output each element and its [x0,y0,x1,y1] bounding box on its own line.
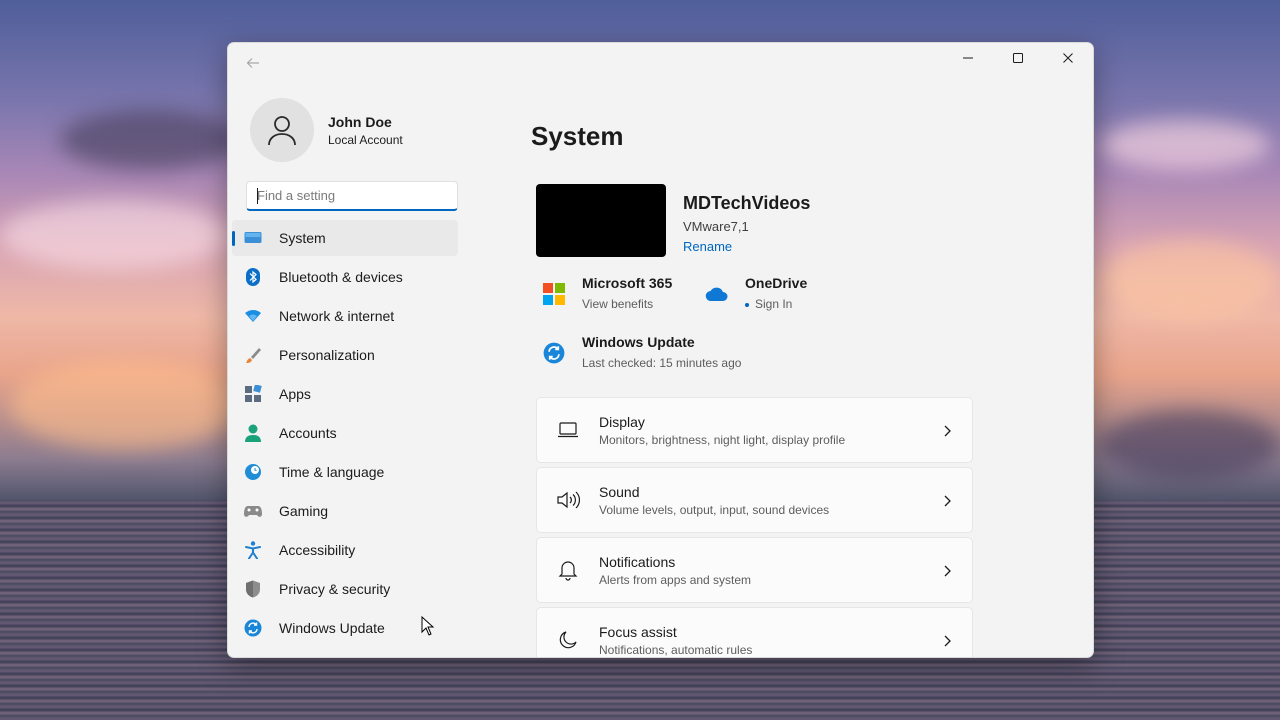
notifications-card[interactable]: Notifications Alerts from apps and syste… [536,537,973,603]
status-dot [745,302,749,307]
monitor-icon [244,229,262,247]
shield-icon [244,580,262,598]
tile-subtitle: View benefits [582,297,654,311]
sidebar-item-label: Accessibility [279,542,356,558]
chevron-right-icon [944,635,951,647]
tile-title: Windows Update [582,334,695,350]
sidebar-item-time-language[interactable]: Time & language [232,454,458,490]
main-content: System MDTechVideos VMware7,1 Rename Mic… [531,43,1093,657]
card-title: Sound [599,483,640,500]
wifi-icon [244,307,262,325]
user-profile[interactable]: John Doe Local Account [250,98,403,162]
person-icon [268,116,296,146]
speaker-icon [555,487,581,513]
moon-icon [555,627,581,653]
sidebar-item-personalization[interactable]: Personalization [232,337,458,373]
gamepad-icon [244,502,262,520]
sidebar-item-label: Time & language [279,464,385,480]
card-subtitle: Notifications, automatic rules [599,642,753,657]
sidebar-item-label: System [279,230,326,246]
sidebar-item-accounts[interactable]: Accounts [232,415,458,451]
chevron-right-icon [944,495,951,507]
bluetooth-icon [244,268,262,286]
focus-assist-card[interactable]: Focus assist Notifications, automatic ru… [536,607,973,657]
globe-clock-icon [244,463,262,481]
card-title: Notifications [599,553,676,570]
sidebar-item-label: Personalization [279,347,375,363]
device-info: MDTechVideos VMware7,1 Rename [536,184,810,257]
back-button[interactable] [242,55,264,77]
sidebar-nav: System Bluetooth & devices Network & int… [232,220,458,649]
card-subtitle: Volume levels, output, input, sound devi… [599,502,830,517]
tile-subtitle: Last checked: 15 minutes ago [582,356,742,370]
tile-title: OneDrive [745,275,808,291]
accounts-icon [244,424,262,442]
microsoft-365-tile[interactable]: Microsoft 365 View benefits [541,275,672,311]
settings-list: Display Monitors, brightness, night ligh… [536,397,973,657]
card-subtitle: Monitors, brightness, night light, displ… [599,432,846,447]
sidebar-item-gaming[interactable]: Gaming [232,493,458,529]
sidebar-item-accessibility[interactable]: Accessibility [232,532,458,568]
sidebar-item-apps[interactable]: Apps [232,376,458,412]
accessibility-icon [244,541,262,559]
onedrive-tile[interactable]: OneDrive Sign In [704,275,807,311]
search-box[interactable] [246,181,458,211]
microsoft-logo-icon [541,281,567,307]
mouse-pointer-icon [421,616,435,636]
sidebar-item-label: Apps [279,386,311,402]
sidebar-item-label: Gaming [279,503,329,519]
sound-card[interactable]: Sound Volume levels, output, input, soun… [536,467,973,533]
sidebar-item-label: Windows Update [279,620,385,636]
text-caret [257,188,258,204]
tile-subtitle: Sign In [755,297,793,311]
sidebar-item-label: Network & internet [279,308,395,324]
apps-icon [244,385,262,403]
profile-name: John Doe [328,113,392,130]
card-title: Focus assist [599,623,677,640]
card-subtitle: Alerts from apps and system [599,572,752,587]
device-thumbnail [536,184,666,257]
cloud-icon [704,281,730,307]
profile-account-type: Local Account [328,132,403,147]
sidebar-item-system[interactable]: System [232,220,458,256]
device-model: VMware7,1 [683,219,749,234]
sidebar-item-label: Privacy & security [279,581,391,597]
sidebar-item-network[interactable]: Network & internet [232,298,458,334]
rename-link[interactable]: Rename [683,239,810,254]
settings-window: John Doe Local Account System Bluetooth … [227,42,1094,658]
device-name: MDTechVideos [683,193,811,213]
display-card[interactable]: Display Monitors, brightness, night ligh… [536,397,973,463]
windows-update-tile[interactable]: Windows Update Last checked: 15 minutes … [541,334,741,370]
avatar [250,98,314,162]
update-icon [541,340,567,366]
card-title: Display [599,413,645,430]
sidebar-item-label: Accounts [279,425,337,441]
sidebar-item-label: Bluetooth & devices [279,269,403,285]
bell-icon [555,557,581,583]
sidebar-item-privacy-security[interactable]: Privacy & security [232,571,458,607]
chevron-right-icon [944,565,951,577]
page-title: System [531,121,624,151]
chevron-right-icon [944,425,951,437]
brush-icon [244,346,262,364]
search-input[interactable] [257,188,457,203]
sidebar-item-bluetooth[interactable]: Bluetooth & devices [232,259,458,295]
laptop-icon [555,417,581,443]
back-arrow-icon [246,58,259,68]
update-icon [244,619,262,637]
tile-title: Microsoft 365 [582,275,673,291]
